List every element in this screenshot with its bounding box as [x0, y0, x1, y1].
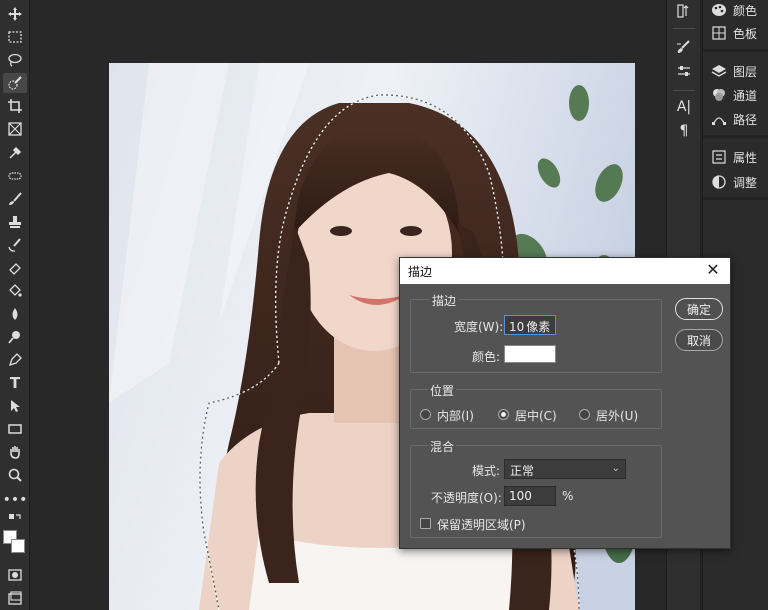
opacity-value: 100 — [509, 489, 532, 503]
stroke-dialog: 描边 ✕ 描边 宽度(W): 10 像素 颜色: 位置 内部(I) 居中(C) 居… — [399, 257, 731, 549]
mode-label: 模式: — [472, 464, 501, 478]
eyedropper-tool-icon[interactable] — [3, 143, 27, 163]
swatches-icon — [712, 26, 726, 40]
dialog-titlebar[interactable]: 描边 ✕ — [400, 258, 730, 284]
screen-mode-icon[interactable] — [3, 589, 27, 609]
background-color-swatch[interactable] — [11, 539, 25, 553]
radio-outside-label: 居外(U) — [596, 409, 639, 423]
type-tool-icon[interactable]: T — [3, 373, 27, 393]
quick-selection-tool-icon[interactable] — [3, 73, 27, 93]
ok-button[interactable]: 确定 — [675, 298, 723, 320]
blend-mode-select[interactable]: 正常 ⌄ — [504, 459, 626, 479]
cancel-button[interactable]: 取消 — [675, 329, 723, 351]
zoom-tool-icon[interactable] — [3, 465, 27, 485]
radio-inside[interactable] — [420, 409, 431, 420]
properties-icon — [712, 150, 726, 164]
color-label: 颜色: — [472, 350, 501, 364]
panel-layers[interactable]: 图层 — [711, 61, 757, 81]
move-tool-icon[interactable] — [3, 4, 27, 24]
panel-color[interactable]: 颜色 — [711, 0, 757, 20]
adjustments-icon — [712, 175, 726, 189]
radio-center[interactable] — [498, 409, 509, 420]
crop-tool-icon[interactable] — [3, 96, 27, 116]
opacity-label: 不透明度(O): — [431, 491, 502, 505]
paths-icon — [712, 117, 726, 125]
dodge-tool-icon[interactable] — [3, 327, 27, 347]
radio-inside-label: 内部(I) — [437, 409, 474, 423]
eraser-tool-icon[interactable] — [3, 258, 27, 278]
blending-group-label: 混合 — [428, 438, 457, 455]
lasso-tool-icon[interactable] — [3, 50, 27, 70]
width-value: 10 — [509, 320, 525, 334]
width-input[interactable]: 10 像素 — [504, 315, 556, 335]
clone-stamp-tool-icon[interactable] — [3, 212, 27, 232]
path-selection-tool-icon[interactable] — [3, 396, 27, 416]
stroke-group-label: 描边 — [430, 292, 459, 309]
palette-icon — [712, 4, 726, 16]
panel-channels[interactable]: 通道 — [711, 85, 757, 105]
opacity-input[interactable]: 100 — [504, 486, 556, 506]
dialog-title: 描边 — [408, 264, 433, 279]
radio-center-label: 居中(C) — [515, 409, 557, 423]
close-icon[interactable]: ✕ — [704, 261, 722, 279]
width-unit: 像素 — [526, 320, 551, 334]
rectangle-tool-icon[interactable] — [3, 419, 27, 439]
tools-panel: T ••• — [0, 0, 30, 610]
chevron-down-icon: ⌄ — [611, 463, 620, 474]
layers-icon — [711, 65, 727, 77]
panel-properties[interactable]: 属性 — [711, 147, 757, 167]
pen-tool-icon[interactable] — [3, 350, 27, 370]
paint-bucket-tool-icon[interactable] — [3, 281, 27, 301]
preserve-transparency-checkbox[interactable] — [420, 518, 431, 529]
panel-adjustments[interactable]: 调整 — [711, 172, 757, 192]
paragraph-panel-icon[interactable]: ¶ — [672, 120, 696, 142]
spot-healing-tool-icon[interactable] — [3, 166, 27, 186]
width-label: 宽度(W): — [454, 320, 504, 334]
blend-mode-value: 正常 — [510, 464, 535, 478]
history-brush-tool-icon[interactable] — [3, 235, 27, 255]
panel-swatches[interactable]: 色板 — [711, 23, 757, 43]
stroke-color-swatch[interactable] — [504, 345, 556, 363]
preserve-transparency-label: 保留透明区域(P) — [437, 518, 526, 532]
brush-settings-icon[interactable] — [672, 36, 696, 58]
swap-colors-icon[interactable] — [3, 510, 27, 530]
history-panel-icon[interactable] — [672, 0, 696, 22]
radio-outside[interactable] — [579, 409, 590, 420]
panel-paths[interactable]: 路径 — [711, 109, 757, 129]
marquee-tool-icon[interactable] — [3, 27, 27, 47]
quick-mask-icon[interactable] — [3, 565, 27, 585]
more-tools-icon[interactable]: ••• — [3, 490, 28, 510]
opacity-unit: % — [562, 489, 574, 503]
character-panel-icon[interactable]: A| — [672, 96, 696, 118]
frame-tool-icon[interactable] — [3, 119, 27, 139]
blur-tool-icon[interactable] — [3, 304, 27, 324]
brush-tool-icon[interactable] — [3, 189, 27, 209]
tool-presets-icon[interactable] — [672, 60, 696, 82]
hand-tool-icon[interactable] — [3, 442, 27, 462]
location-group-label: 位置 — [428, 382, 457, 399]
channels-icon — [713, 89, 725, 101]
